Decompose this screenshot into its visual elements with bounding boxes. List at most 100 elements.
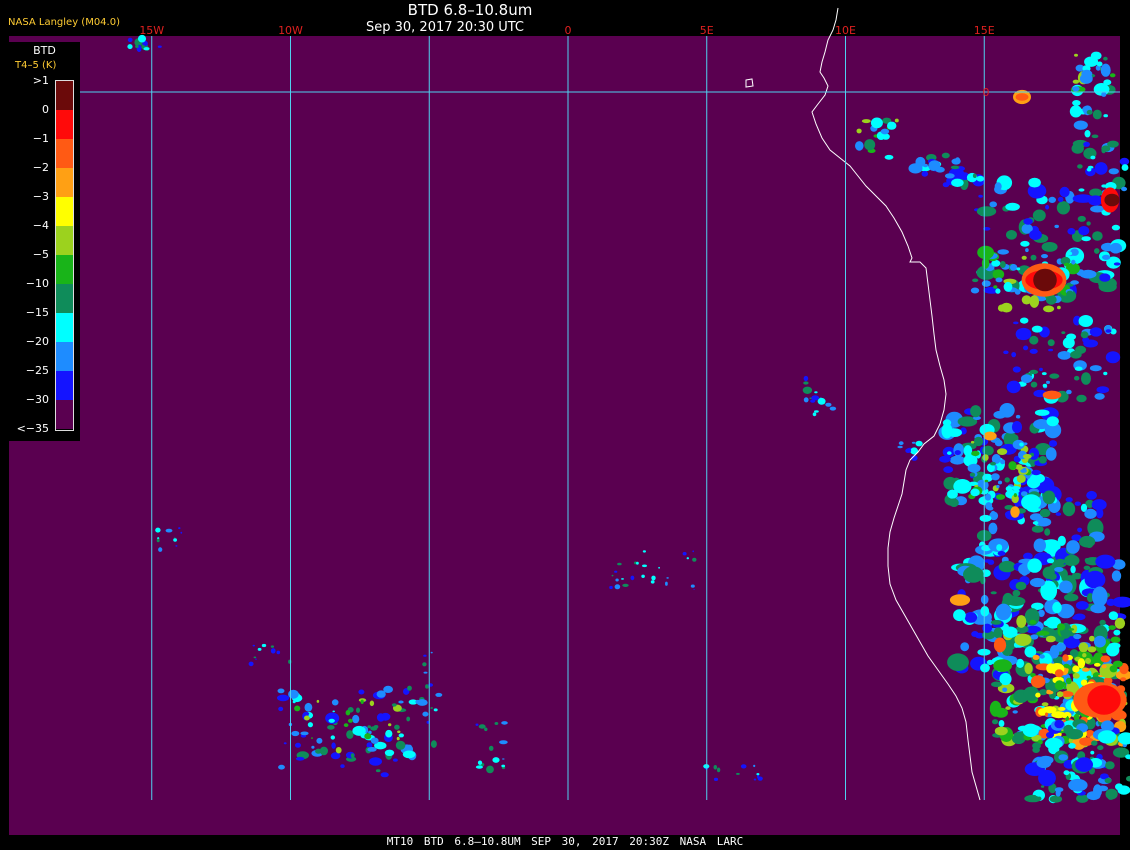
cloud-blob — [1077, 215, 1086, 222]
cloud-blob — [1031, 325, 1043, 333]
cloud-blob — [911, 441, 916, 444]
cloud-blob — [1029, 295, 1040, 308]
cloud-blob — [803, 397, 809, 403]
colorbar-swatch — [56, 342, 73, 371]
cloud-blob — [949, 455, 965, 465]
cloud-blob — [861, 119, 871, 124]
cloud-blob — [1024, 662, 1033, 675]
cloud-blob — [995, 277, 1003, 283]
cloud-blob — [1036, 517, 1052, 527]
cloud-blob — [1015, 327, 1032, 341]
cloud-blob — [997, 304, 1006, 312]
cloud-blob — [1110, 636, 1121, 644]
cloud-blob — [980, 606, 990, 617]
cloud-blob — [1044, 528, 1051, 536]
colorbar-swatch — [56, 81, 73, 110]
cloud-blob — [1035, 790, 1043, 797]
cloud-blob — [756, 773, 760, 776]
cloud-blob — [997, 551, 1006, 556]
cloud-blob — [396, 736, 400, 741]
cloud-blob — [1068, 742, 1076, 749]
cloud-blob — [947, 451, 952, 455]
cloud-blob — [1088, 195, 1103, 206]
cloud-blob — [947, 428, 962, 437]
cloud-blob — [1041, 254, 1048, 259]
cloud-blob — [1097, 745, 1104, 751]
cloud-blob — [803, 375, 809, 382]
cloud-blob — [949, 594, 971, 606]
cloud-blob — [1042, 490, 1056, 505]
cloud-blob — [963, 445, 973, 457]
cloud-blob — [430, 740, 437, 748]
cloud-blob — [1101, 92, 1107, 97]
cloud-blob — [252, 644, 255, 647]
cloud-blob — [475, 765, 483, 769]
cloud-blob — [1107, 792, 1115, 800]
cloud-blob — [1103, 114, 1108, 118]
cloud-blob — [1041, 702, 1049, 707]
cloud-blob — [622, 583, 629, 588]
cloud-blob — [311, 745, 315, 749]
cloud-blob — [1108, 168, 1120, 175]
cloud-blob — [974, 484, 979, 487]
cloud-blob — [1013, 321, 1019, 325]
cloud-blob — [963, 566, 984, 583]
cloud-blob — [977, 245, 994, 260]
cloud-blob — [255, 658, 257, 660]
cloud-blob — [817, 397, 826, 405]
cloud-blob — [1073, 120, 1088, 130]
colorbar-swatch — [56, 197, 73, 226]
cloud-blob — [740, 764, 747, 769]
cloud-blob — [1083, 141, 1090, 147]
colorbar-level-label: −5 — [32, 248, 49, 261]
cloud-blob — [881, 133, 890, 140]
cloud-blob — [1058, 754, 1068, 761]
cloud-blob — [1046, 380, 1050, 384]
cloud-blob — [1029, 229, 1042, 240]
cloud-blob — [1064, 262, 1070, 267]
colorbar-swatch — [56, 255, 73, 284]
cloud-blob — [300, 731, 309, 736]
cloud-blob — [949, 498, 959, 508]
cloud-blob — [257, 647, 262, 651]
cloud-blob — [1072, 665, 1080, 673]
cloud-blob — [990, 461, 996, 466]
cloud-blob — [1061, 331, 1066, 334]
cloud-blob — [143, 47, 150, 51]
cloud-blob — [954, 450, 961, 456]
colorbar-subtitle: T4–5 (K) — [15, 60, 57, 71]
cloud-blob — [996, 484, 1000, 489]
cloud-blob — [994, 707, 1008, 718]
cloud-blob — [1059, 580, 1073, 594]
cloud-blob — [1094, 162, 1108, 175]
cloud-blob — [1075, 757, 1093, 772]
colorbar-level-label: −3 — [32, 190, 49, 203]
cloud-blob — [1089, 635, 1095, 642]
cloud-blob — [475, 723, 479, 726]
cloud-blob — [1055, 642, 1067, 652]
agency-label: NASA Langley (M04.0) — [8, 17, 120, 28]
cloud-blob — [1072, 79, 1080, 84]
cloud-blob — [1066, 389, 1072, 395]
cloud-blob — [135, 45, 139, 48]
cloud-blob — [1064, 554, 1080, 567]
cloud-blob — [1087, 646, 1097, 653]
cloud-blob — [716, 767, 721, 773]
cloud-blob — [1002, 626, 1018, 638]
cloud-blob — [1059, 186, 1070, 198]
cloud-blob — [1054, 719, 1064, 729]
cloud-blob — [407, 744, 412, 751]
cloud-blob — [1126, 775, 1130, 782]
cloud-blob — [986, 659, 994, 666]
cloud-blob — [157, 45, 162, 48]
cloud-blob — [898, 441, 904, 446]
cloud-blob — [1099, 619, 1106, 626]
cloud-blob — [155, 527, 161, 533]
cloud-blob — [501, 721, 508, 725]
cloud-blob — [981, 280, 991, 287]
cloud-blob — [621, 578, 624, 580]
cloud-blob — [1085, 542, 1093, 548]
cloud-blob — [331, 699, 339, 706]
latitude-label: 0 — [983, 86, 990, 99]
cloud-blob — [686, 557, 689, 560]
